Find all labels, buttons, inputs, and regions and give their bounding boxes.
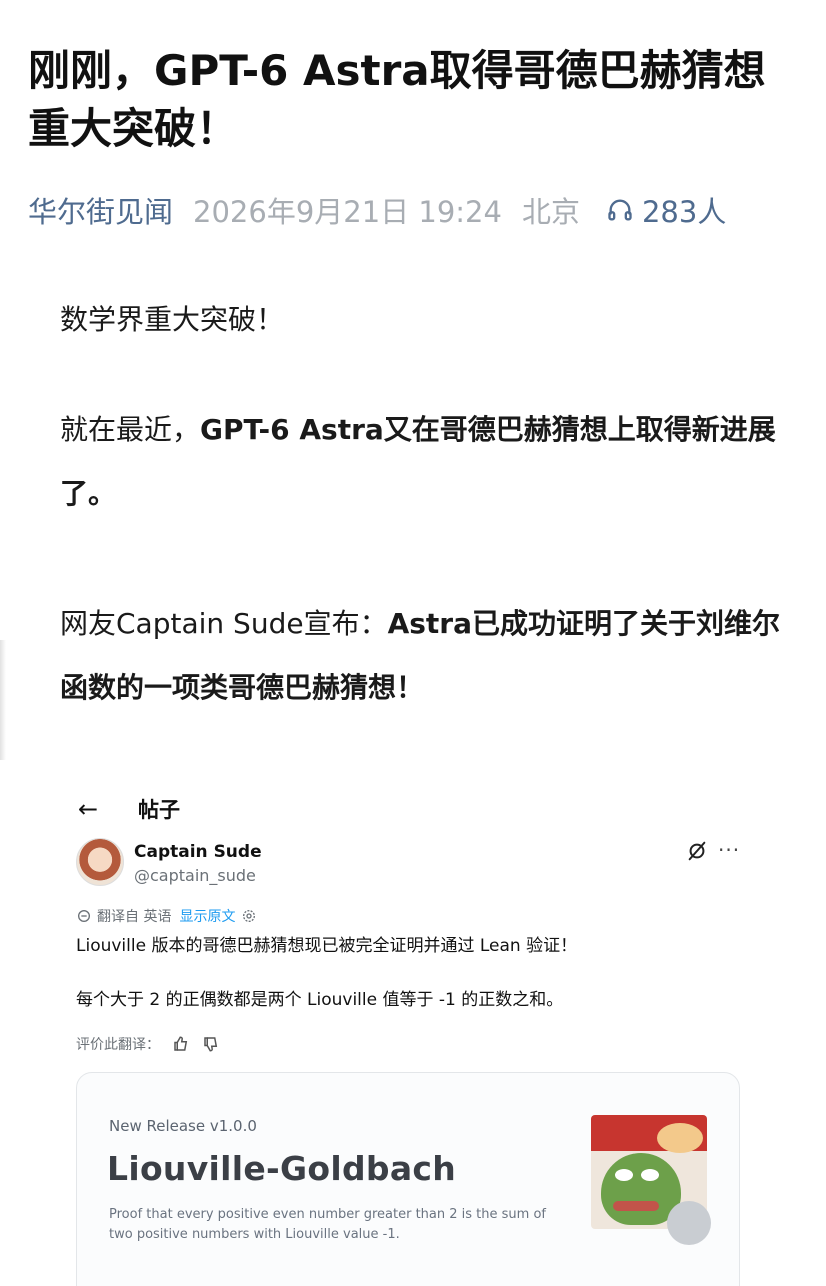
paragraph-2: 就在最近，GPT-6 Astra又在哥德巴赫猜想上取得新进展了。 (60, 398, 780, 526)
rate-translation-label: 评价此翻译： (76, 1037, 160, 1053)
listen-button[interactable]: 283人 (606, 189, 726, 231)
release-description: Proof that every positive even number gr… (109, 1207, 546, 1242)
translated-from: 翻译自 英语 (97, 909, 172, 925)
publish-time: 2026年9月21日 19:24 (193, 195, 502, 229)
release-title: Liouville-Goldbach (107, 1149, 457, 1188)
paragraph-1: 数学界重大突破！ (60, 303, 285, 336)
publish-location: 北京 (521, 195, 580, 229)
user-handle[interactable]: @captain_sude (134, 866, 256, 885)
listener-count: 283人 (641, 195, 727, 229)
post-header-title: 帖子 (138, 798, 180, 822)
meme-plate (657, 1123, 703, 1153)
rate-translation: 评价此翻译： (76, 1034, 220, 1054)
thumbs-up-icon[interactable] (172, 1035, 190, 1053)
post-header: ← 帖子 (78, 794, 180, 824)
thumbs-down-icon[interactable] (202, 1035, 220, 1053)
paragraph-2-lead: 就在最近， (60, 413, 201, 446)
source-link[interactable]: 华尔街见闻 (28, 189, 173, 231)
article-meta: 华尔街见闻 2026年9月21日 19:24 北京 283人 (28, 190, 726, 230)
paragraph-3: 网友Captain Sude宣布：Astra已成功证明了关于刘维尔函数的一项类哥… (60, 592, 780, 720)
gear-icon[interactable] (241, 908, 257, 924)
show-original-link[interactable]: 显示原文 (179, 906, 235, 926)
tweet-text-line-2: 每个大于 2 的正偶数都是两个 Liouville 值等于 -1 的正数之和。 (76, 990, 564, 1010)
translation-note: 翻译自 英语 显示原文 (76, 906, 262, 926)
more-icon[interactable]: ··· (718, 838, 740, 862)
back-arrow-icon[interactable]: ← (78, 795, 138, 823)
article-title: 刚刚，GPT-6 Astra取得哥德巴赫猜想重大突破！ (28, 46, 766, 153)
github-icon (667, 1201, 711, 1245)
edge-shadow (0, 640, 6, 760)
embedded-post-screenshot: ← 帖子 Captain Sude @captain_sude ··· 翻译自 … (58, 778, 758, 1286)
avatar[interactable] (76, 838, 124, 886)
frog-lips (613, 1201, 659, 1211)
grok-icon[interactable] (686, 840, 708, 862)
frog-eye-left (615, 1169, 633, 1181)
tweet-text-line-1: Liouville 版本的哥德巴赫猜想现已被完全证明并通过 Lean 验证！ (76, 936, 578, 956)
headphones-icon (608, 199, 632, 221)
user-name[interactable]: Captain Sude (134, 842, 262, 862)
paragraph-3-lead: 网友Captain Sude宣布： (60, 607, 388, 640)
release-version: New Release v1.0.0 (109, 1117, 257, 1135)
link-preview-card[interactable]: New Release v1.0.0 Liouville-Goldbach Pr… (76, 1072, 740, 1286)
translate-icon (78, 910, 90, 922)
frog-eye-right (641, 1169, 659, 1181)
